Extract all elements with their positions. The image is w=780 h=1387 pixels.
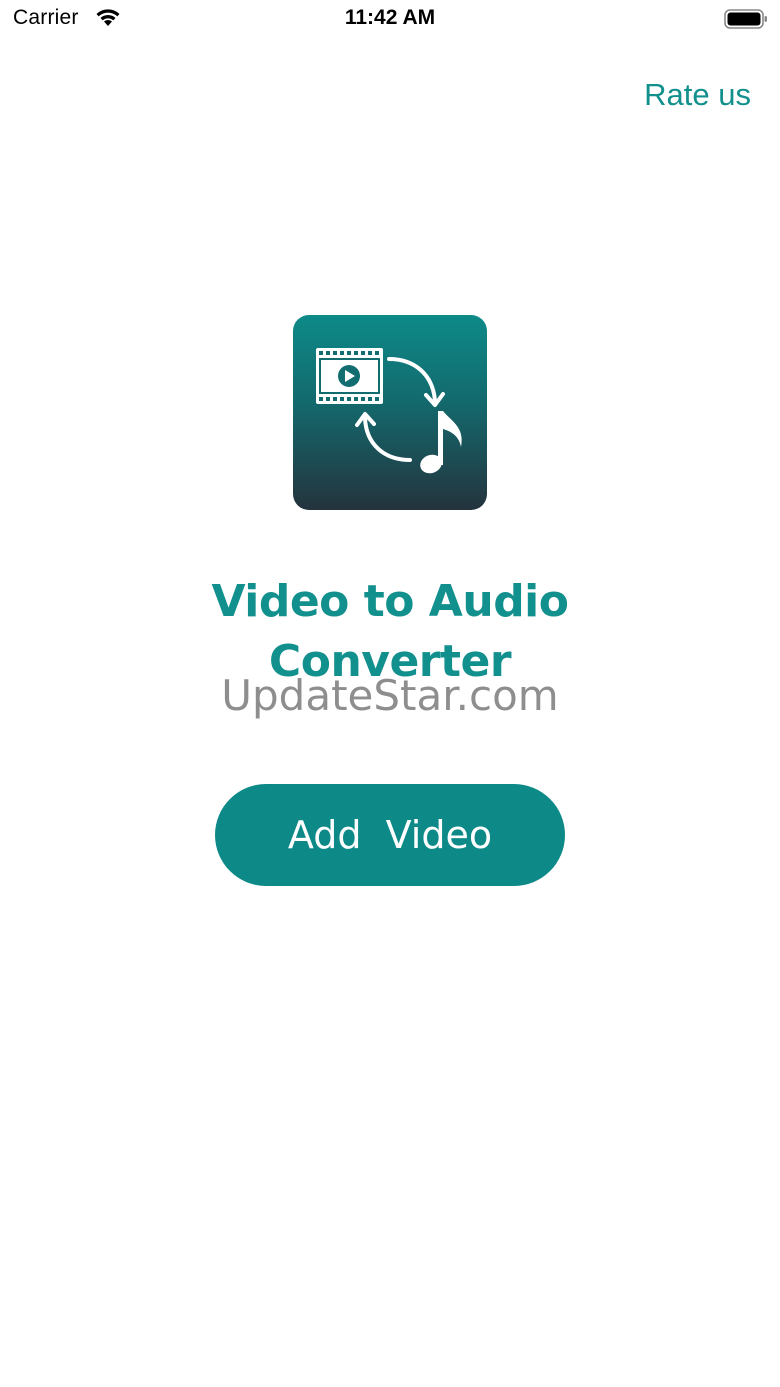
battery-icon: [724, 9, 768, 29]
status-time: 11:42 AM: [344, 6, 436, 29]
watermark-text: UpdateStar.com: [221, 671, 559, 720]
rate-us-button[interactable]: Rate us: [644, 77, 751, 113]
status-bar: Carrier 11:42 AM: [0, 0, 780, 40]
video-to-audio-convert-icon: [316, 348, 462, 474]
add-video-button[interactable]: Add Video: [215, 784, 565, 886]
app-logo: [293, 315, 487, 510]
